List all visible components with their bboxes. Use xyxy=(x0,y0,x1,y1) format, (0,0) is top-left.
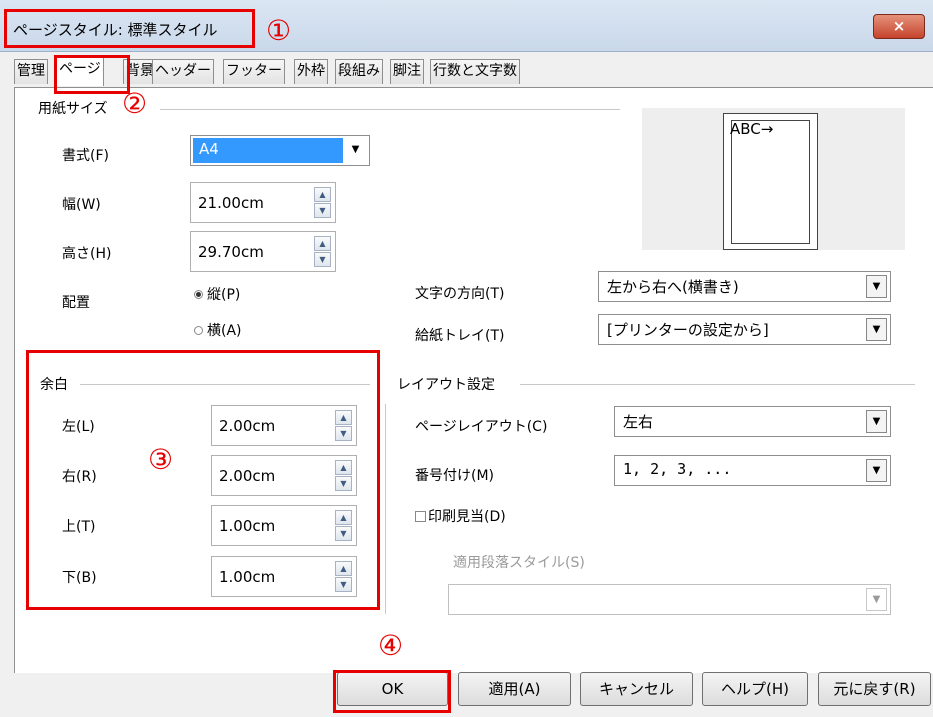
landscape-label: 横(A) xyxy=(207,323,242,339)
tab-columns[interactable]: 段組み xyxy=(335,59,383,84)
preview-page: ABC→ xyxy=(723,113,818,250)
paper-tray-select[interactable]: [プリンターの設定から] ▼ xyxy=(598,314,891,345)
tab-label: 背景 xyxy=(126,63,154,79)
landscape-radio[interactable]: 横(A) xyxy=(194,320,242,340)
layout-settings-title: レイアウト設定 xyxy=(397,377,495,393)
radio-selected-icon xyxy=(194,289,203,299)
orientation-label: 配置 xyxy=(62,295,90,311)
checkbox-icon xyxy=(415,510,426,522)
annotation-box-title xyxy=(4,9,255,48)
tab-label: 脚注 xyxy=(393,63,421,79)
page-layout-select[interactable]: 左右 ▼ xyxy=(614,406,891,437)
reset-button[interactable]: 元に戻す(R) xyxy=(818,672,931,706)
chevron-down-icon[interactable]: ▼ xyxy=(866,275,887,298)
portrait-radio[interactable]: 縦(P) xyxy=(194,284,240,304)
tab-organizer[interactable]: 管理 xyxy=(14,59,48,84)
tab-footer[interactable]: フッター xyxy=(223,59,285,84)
spin-up-icon[interactable]: ▲ xyxy=(314,236,331,251)
tab-label: 行数と文字数 xyxy=(433,63,517,79)
chevron-down-icon: ▼ xyxy=(351,144,360,155)
portrait-label: 縦(P) xyxy=(207,287,241,303)
register-true-label: 印刷見当(D) xyxy=(428,509,506,525)
tab-label: 外枠 xyxy=(297,63,325,79)
spin-down-icon[interactable]: ▼ xyxy=(314,203,331,218)
tab-header[interactable]: ヘッダー xyxy=(152,59,214,84)
annotation-marker-1: ① xyxy=(266,14,292,47)
tab-label: 段組み xyxy=(338,63,380,79)
tab-label: ヘッダー xyxy=(155,63,211,79)
help-button[interactable]: ヘルプ(H) xyxy=(702,672,808,706)
register-true-checkbox[interactable]: 印刷見当(D) xyxy=(415,506,506,526)
reference-style-select[interactable]: ▼ xyxy=(448,584,891,615)
tab-text-grid[interactable]: 行数と文字数 xyxy=(430,59,520,84)
chevron-down-icon[interactable]: ▼ xyxy=(866,318,887,341)
page-style-dialog: ページスタイル: 標準スタイル × 管理 ページ 背景 ヘッダー フッター 外枠… xyxy=(0,0,933,717)
numbering-value: 1, 2, 3, ... xyxy=(623,460,732,478)
numbering-select[interactable]: 1, 2, 3, ... ▼ xyxy=(614,455,891,486)
apply-button[interactable]: 適用(A) xyxy=(458,672,571,706)
text-direction-label: 文字の方向(T) xyxy=(415,286,505,302)
section-separator xyxy=(385,404,386,614)
cancel-button[interactable]: キャンセル xyxy=(580,672,693,706)
chevron-down-icon[interactable]: ▼ xyxy=(866,410,887,433)
annotation-box-page-tab xyxy=(54,55,130,94)
reference-style-label: 適用段落スタイル(S) xyxy=(453,555,585,571)
format-label: 書式(F) xyxy=(62,148,109,164)
height-label: 高さ(H) xyxy=(62,246,112,262)
page-preview: ABC→ xyxy=(642,108,905,250)
paper-tray-value: [プリンターの設定から] xyxy=(607,321,769,339)
annotation-box-ok xyxy=(333,670,451,713)
format-value: A4 xyxy=(199,140,219,158)
width-value: 21.00cm xyxy=(198,194,264,212)
help-label: ヘルプ(H) xyxy=(721,680,789,698)
format-select[interactable]: A4 ▼ xyxy=(190,135,370,166)
annotation-box-margins xyxy=(26,350,380,610)
cancel-label: キャンセル xyxy=(598,680,674,698)
reset-label: 元に戻す(R) xyxy=(833,680,916,698)
tab-label: フッター xyxy=(226,63,282,79)
section-divider xyxy=(520,384,915,385)
width-stepper[interactable]: 21.00cm ▲ ▼ xyxy=(190,182,336,223)
preview-text: ABC→ xyxy=(730,120,774,138)
paper-tray-label: 給紙トレイ(T) xyxy=(415,328,505,344)
tab-bar: 管理 ページ 背景 ヘッダー フッター 外枠 段組み 脚注 行数と文字数 xyxy=(0,53,933,88)
apply-label: 適用(A) xyxy=(488,680,541,698)
chevron-down-icon: ▼ xyxy=(866,588,887,611)
tab-label: 管理 xyxy=(17,63,45,79)
annotation-marker-2: ② xyxy=(122,87,148,120)
close-button[interactable]: × xyxy=(873,14,925,39)
tab-footnote[interactable]: 脚注 xyxy=(390,59,424,84)
chevron-down-icon[interactable]: ▼ xyxy=(866,459,887,482)
width-label: 幅(W) xyxy=(62,197,101,213)
paper-format-title: 用紙サイズ xyxy=(38,101,108,117)
page-layout-value: 左右 xyxy=(623,413,654,431)
height-value: 29.70cm xyxy=(198,243,264,261)
annotation-marker-4: ④ xyxy=(378,629,404,662)
preview-text-area xyxy=(731,120,810,244)
text-direction-value: 左から右へ(横書き) xyxy=(607,278,739,296)
page-layout-label: ページレイアウト(C) xyxy=(415,419,548,435)
spin-down-icon[interactable]: ▼ xyxy=(314,252,331,267)
section-divider xyxy=(160,109,620,110)
tab-borders[interactable]: 外枠 xyxy=(294,59,328,84)
text-direction-select[interactable]: 左から右へ(横書き) ▼ xyxy=(598,271,891,302)
spin-up-icon[interactable]: ▲ xyxy=(314,187,331,202)
radio-icon xyxy=(194,325,203,335)
height-stepper[interactable]: 29.70cm ▲ ▼ xyxy=(190,231,336,272)
annotation-marker-3: ③ xyxy=(148,443,174,476)
close-icon: × xyxy=(892,17,906,35)
numbering-label: 番号付け(M) xyxy=(415,468,495,484)
